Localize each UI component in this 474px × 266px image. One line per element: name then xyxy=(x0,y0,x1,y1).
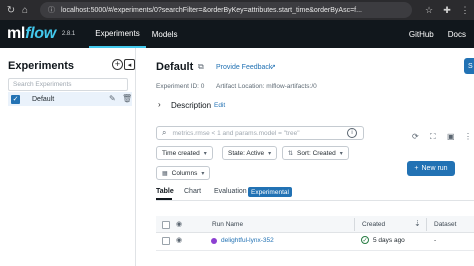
column-header-run-name[interactable]: Run Name xyxy=(212,221,243,228)
add-experiment-icon[interactable]: + xyxy=(112,59,123,70)
column-divider[interactable] xyxy=(354,218,355,231)
run-color-dot xyxy=(211,238,217,244)
sidebar-title: Experiments xyxy=(8,60,75,72)
reload-icon[interactable]: ↻ xyxy=(4,3,18,17)
select-all-checkbox[interactable] xyxy=(162,221,170,229)
sort-descending-icon[interactable]: ⇣ xyxy=(414,219,421,228)
delete-icon[interactable]: 🗑 xyxy=(122,94,132,103)
column-header-created[interactable]: Created xyxy=(362,221,385,228)
home-icon[interactable]: ⌂ xyxy=(18,3,32,17)
experiment-checkbox[interactable]: ✓ xyxy=(11,94,20,104)
collapse-sidebar-icon[interactable]: ◂ xyxy=(124,59,135,70)
created-value: 5 days ago xyxy=(373,237,405,244)
row-checkbox[interactable] xyxy=(162,237,170,245)
sidebar-item-label: Default xyxy=(32,95,55,103)
logo-flow-text: flow xyxy=(25,25,56,42)
eye-icon[interactable]: ◉ xyxy=(176,236,182,244)
runs-table: ◉ Run Name Created ⇣ Dataset ◉ delightfu… xyxy=(136,0,474,266)
edit-icon[interactable]: ✎ xyxy=(109,94,116,103)
column-header-dataset[interactable]: Dataset xyxy=(434,221,456,228)
search-experiments-input[interactable]: Search Experiments xyxy=(8,78,128,91)
row-divider xyxy=(156,250,474,251)
version-label: 2.8.1 xyxy=(61,31,76,37)
dataset-value: - xyxy=(434,237,437,244)
column-divider[interactable] xyxy=(426,218,427,231)
success-check-icon: ✓ xyxy=(361,236,369,244)
sidebar-item-default[interactable]: ✓ Default ✎ 🗑 xyxy=(8,92,132,106)
eye-icon[interactable]: ◉ xyxy=(176,220,182,228)
experiments-sidebar: Experiments + ◂ Search Experiments ✓ Def… xyxy=(0,48,136,266)
run-name-link[interactable]: delightful-lynx-352 xyxy=(221,237,274,244)
logo-ml-text: ml xyxy=(7,25,26,42)
mlflow-logo[interactable]: ml flow xyxy=(7,25,56,43)
site-info-icon[interactable]: ⓘ xyxy=(48,5,55,15)
